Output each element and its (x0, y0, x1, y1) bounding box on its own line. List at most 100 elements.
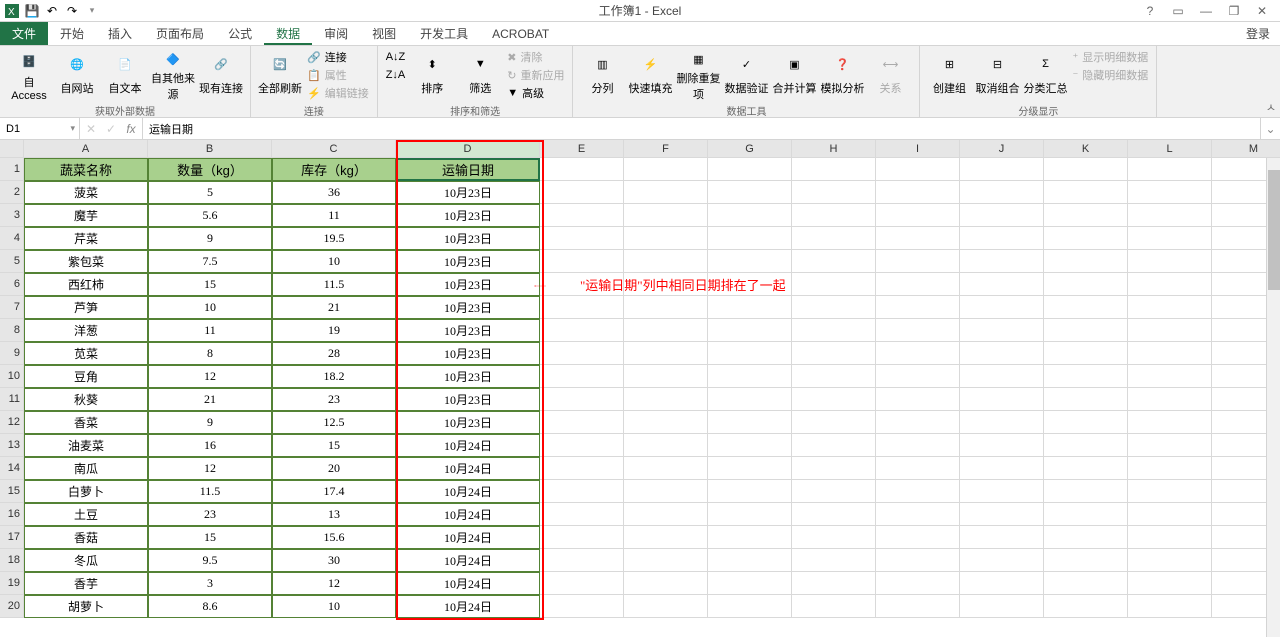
help-icon[interactable]: ? (1138, 4, 1162, 18)
cell-H7[interactable] (792, 296, 876, 319)
undo-icon[interactable]: ↶ (44, 3, 60, 19)
cell-F11[interactable] (624, 388, 708, 411)
cell-I10[interactable] (876, 365, 960, 388)
cell-A18[interactable]: 冬瓜 (24, 549, 148, 572)
cell-D10[interactable]: 10月23日 (396, 365, 540, 388)
row-header-17[interactable]: 17 (0, 526, 24, 549)
cell-D19[interactable]: 10月24日 (396, 572, 540, 595)
cell-C8[interactable]: 19 (272, 319, 396, 342)
cell-J6[interactable] (960, 273, 1044, 296)
cell-E9[interactable] (540, 342, 624, 365)
cell-H4[interactable] (792, 227, 876, 250)
cell-B1[interactable]: 数量（kg） (148, 158, 272, 181)
cell-F16[interactable] (624, 503, 708, 526)
cell-E8[interactable] (540, 319, 624, 342)
btn-text-to-columns[interactable]: ▥分列 (579, 48, 625, 102)
cell-L2[interactable] (1128, 181, 1212, 204)
cell-D14[interactable]: 10月24日 (396, 457, 540, 480)
cell-D3[interactable]: 10月23日 (396, 204, 540, 227)
btn-advanced[interactable]: ▼高级 (505, 84, 566, 102)
ribbon-options-icon[interactable]: ▭ (1166, 4, 1190, 18)
cell-G1[interactable] (708, 158, 792, 181)
cell-L18[interactable] (1128, 549, 1212, 572)
btn-consolidate[interactable]: ▣合并计算 (771, 48, 817, 102)
col-header-J[interactable]: J (960, 140, 1044, 158)
cell-J2[interactable] (960, 181, 1044, 204)
cell-K15[interactable] (1044, 480, 1128, 503)
cell-G15[interactable] (708, 480, 792, 503)
cell-L17[interactable] (1128, 526, 1212, 549)
btn-flash-fill[interactable]: ⚡快速填充 (627, 48, 673, 102)
row-header-10[interactable]: 10 (0, 365, 24, 388)
cell-J5[interactable] (960, 250, 1044, 273)
cell-C19[interactable]: 12 (272, 572, 396, 595)
cell-G10[interactable] (708, 365, 792, 388)
tab-developer[interactable]: 开发工具 (408, 22, 480, 45)
cell-L15[interactable] (1128, 480, 1212, 503)
cell-E20[interactable] (540, 595, 624, 618)
cell-E7[interactable] (540, 296, 624, 319)
cell-E17[interactable] (540, 526, 624, 549)
scrollbar-thumb[interactable] (1268, 170, 1280, 290)
cell-I19[interactable] (876, 572, 960, 595)
cancel-icon[interactable]: ✕ (84, 122, 98, 136)
btn-show-detail[interactable]: ⁺显示明细数据 (1070, 48, 1150, 66)
cell-G2[interactable] (708, 181, 792, 204)
cell-F5[interactable] (624, 250, 708, 273)
cell-I11[interactable] (876, 388, 960, 411)
cell-K20[interactable] (1044, 595, 1128, 618)
cell-J7[interactable] (960, 296, 1044, 319)
cell-C20[interactable]: 10 (272, 595, 396, 618)
tab-acrobat[interactable]: ACROBAT (480, 22, 561, 45)
cell-K14[interactable] (1044, 457, 1128, 480)
cell-A11[interactable]: 秋葵 (24, 388, 148, 411)
cell-A20[interactable]: 胡萝卜 (24, 595, 148, 618)
minimize-icon[interactable]: — (1194, 4, 1218, 18)
btn-sort-asc[interactable]: A↓Z (384, 48, 408, 66)
cell-D12[interactable]: 10月23日 (396, 411, 540, 434)
cell-B4[interactable]: 9 (148, 227, 272, 250)
cell-A8[interactable]: 洋葱 (24, 319, 148, 342)
cell-B7[interactable]: 10 (148, 296, 272, 319)
cell-K16[interactable] (1044, 503, 1128, 526)
btn-refresh-all[interactable]: 🔄全部刷新 (257, 48, 303, 102)
ribbon-collapse-icon[interactable]: ㅅ (1266, 99, 1276, 115)
cell-I14[interactable] (876, 457, 960, 480)
cell-I17[interactable] (876, 526, 960, 549)
redo-icon[interactable]: ↷ (64, 3, 80, 19)
cell-J18[interactable] (960, 549, 1044, 572)
tab-file[interactable]: 文件 (0, 22, 48, 45)
cell-E11[interactable] (540, 388, 624, 411)
cell-B19[interactable]: 3 (148, 572, 272, 595)
cell-D11[interactable]: 10月23日 (396, 388, 540, 411)
cell-L9[interactable] (1128, 342, 1212, 365)
cell-C16[interactable]: 13 (272, 503, 396, 526)
cell-A2[interactable]: 菠菜 (24, 181, 148, 204)
cell-H16[interactable] (792, 503, 876, 526)
cell-C7[interactable]: 21 (272, 296, 396, 319)
cell-L19[interactable] (1128, 572, 1212, 595)
cell-D18[interactable]: 10月24日 (396, 549, 540, 572)
cell-G12[interactable] (708, 411, 792, 434)
cell-A16[interactable]: 土豆 (24, 503, 148, 526)
col-header-G[interactable]: G (708, 140, 792, 158)
btn-group[interactable]: ⊞创建组 (926, 48, 972, 102)
cell-E1[interactable] (540, 158, 624, 181)
cell-F1[interactable] (624, 158, 708, 181)
cell-H14[interactable] (792, 457, 876, 480)
cell-C12[interactable]: 12.5 (272, 411, 396, 434)
cell-G20[interactable] (708, 595, 792, 618)
cell-J20[interactable] (960, 595, 1044, 618)
cell-G16[interactable] (708, 503, 792, 526)
cell-D9[interactable]: 10月23日 (396, 342, 540, 365)
cell-I12[interactable] (876, 411, 960, 434)
cell-D20[interactable]: 10月24日 (396, 595, 540, 618)
btn-from-text[interactable]: 📄自文本 (102, 48, 148, 102)
col-header-K[interactable]: K (1044, 140, 1128, 158)
cell-F17[interactable] (624, 526, 708, 549)
tab-page-layout[interactable]: 页面布局 (144, 22, 216, 45)
cell-E14[interactable] (540, 457, 624, 480)
cell-H6[interactable] (792, 273, 876, 296)
cell-K8[interactable] (1044, 319, 1128, 342)
row-header-11[interactable]: 11 (0, 388, 24, 411)
